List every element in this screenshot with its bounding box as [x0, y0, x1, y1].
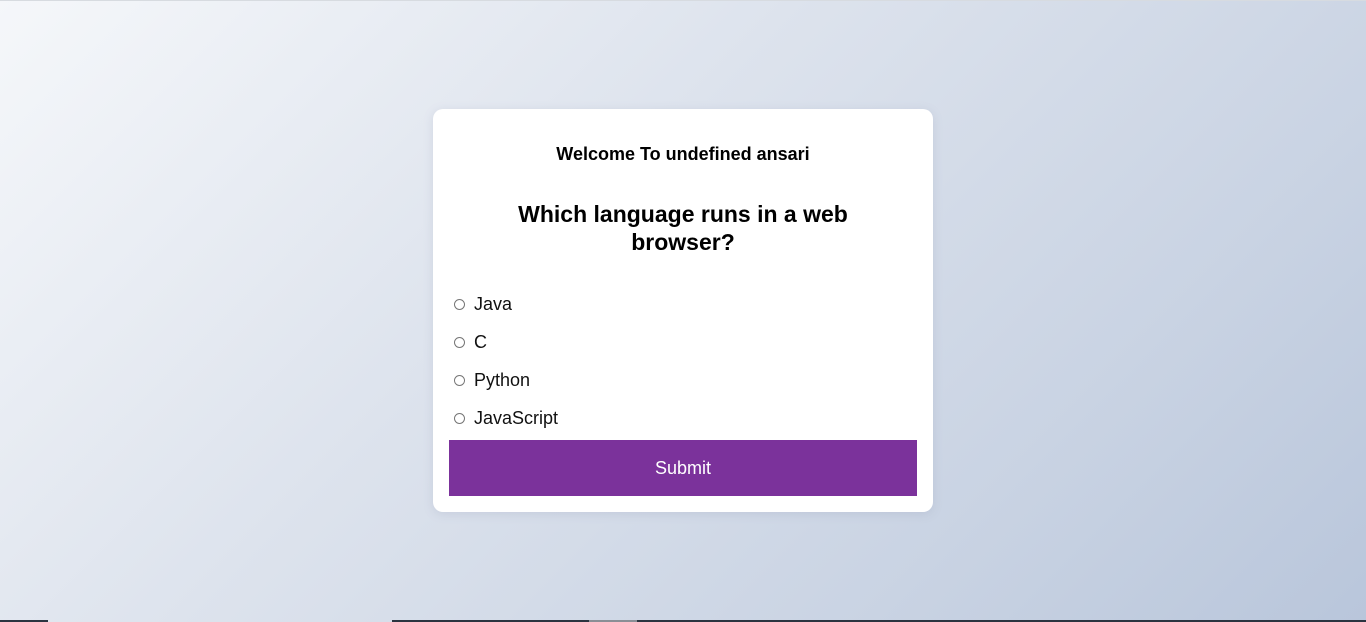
option-c[interactable]: C — [454, 323, 914, 361]
option-label: Java — [474, 294, 513, 314]
window-top-border — [0, 0, 1366, 1]
option-java[interactable]: Java — [454, 285, 914, 323]
submit-button[interactable]: Submit — [449, 440, 917, 496]
question-text: Which language runs in a web browser? — [518, 201, 848, 255]
radio-button[interactable] — [454, 412, 465, 424]
option-label: JavaScript — [474, 408, 559, 428]
answer-options: Java C Python JavaScript — [454, 285, 914, 437]
option-python[interactable]: Python — [454, 361, 914, 399]
radio-button[interactable] — [454, 374, 465, 386]
welcome-heading: Welcome To undefined ansari — [556, 144, 810, 164]
option-javascript[interactable]: JavaScript — [454, 399, 914, 437]
option-label: Python — [474, 370, 531, 390]
option-label: C — [474, 332, 487, 352]
radio-button[interactable] — [454, 336, 465, 348]
quiz-card: Welcome To undefined ansari Which langua… — [433, 109, 933, 512]
radio-button[interactable] — [454, 298, 465, 310]
